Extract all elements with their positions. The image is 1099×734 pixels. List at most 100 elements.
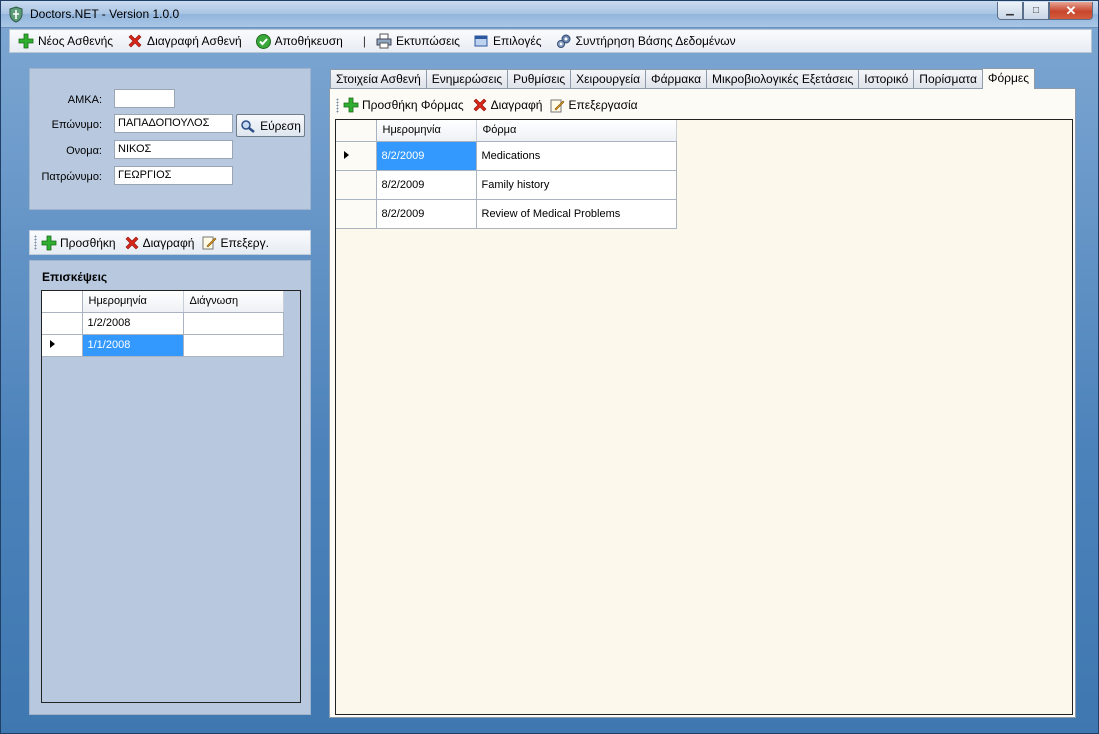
patient-search-panel: ΑΜΚΑ: Επώνυμο: ΠΑΠΑΔΟΠΟΥΛΟΣ Ονομα: ΝΙΚΟΣ… [29,68,311,210]
toolbar-grip[interactable] [336,97,339,113]
table-row[interactable]: 8/2/2009 Family history [336,170,677,200]
forms-grid[interactable]: Ημερομηνία Φόρμα 8/2/2009 Medications 8/… [335,119,1073,715]
maximize-button[interactable]: □ [1023,2,1049,20]
title-bar[interactable]: Doctors.NET - Version 1.0.0 ▁ □ ✕ [1,1,1098,28]
options-label: Επιλογές [492,34,542,48]
tab-medicines[interactable]: Φάρμακα [645,69,708,89]
save-label: Αποθήκευση [274,34,343,48]
column-header-diagnosis[interactable]: Διάγνωση [183,291,284,313]
minimize-button[interactable]: ▁ [997,2,1023,20]
options-button[interactable]: Επιλογές [474,34,542,48]
visits-header-row: Ημερομηνία Διάγνωση [42,291,284,313]
row-header-corner [336,120,377,142]
father-name-field[interactable]: ΓΕΩΡΓΙΟΣ [114,166,233,185]
plus-icon [343,97,359,113]
visit-diagnosis-cell[interactable] [183,334,284,357]
edit-form-button[interactable]: Επεξεργασία [550,98,638,113]
minimize-icon: ▁ [1006,5,1014,16]
row-header-corner [42,291,83,313]
form-name-cell[interactable]: Medications [476,141,677,171]
toolbar-separator: | [362,34,366,48]
plus-icon [41,235,57,250]
father-name-label: Πατρώνυμο: [41,171,102,183]
column-header-form[interactable]: Φόρμα [476,120,677,142]
surname-field[interactable]: ΠΑΠΑΔΟΠΟΥΛΟΣ [114,114,233,133]
delete-x-icon [128,34,142,48]
edit-pencil-icon [550,99,565,112]
table-row[interactable]: 1/1/2008 [42,334,284,357]
gears-icon [556,34,571,48]
delete-patient-button[interactable]: Διαγραφή Ασθενή [127,33,242,49]
visit-diagnosis-cell[interactable] [183,312,284,335]
db-maintenance-button[interactable]: Συντήρηση Βάσης Δεδομένων [556,33,736,49]
forms-tab-page: Προσθήκη Φόρμας Διαγραφή Επεξεργασία Ημε… [329,88,1076,718]
tab-forms[interactable]: Φόρμες [981,68,1036,89]
edit-visit-label: Επεξεργ. [220,235,269,250]
find-tool-icon [241,119,255,133]
visits-toolbar: Προσθήκη Διαγραφή Επεξεργ. [29,230,311,255]
delete-visit-label: Διαγραφή [142,235,195,250]
app-window: Doctors.NET - Version 1.0.0 ▁ □ ✕ Νέος Α… [0,0,1099,734]
close-icon: ✕ [1065,2,1077,18]
printer-icon [376,33,392,49]
prints-button[interactable]: Εκτυπώσεις [376,33,460,49]
tab-strip: Στοιχεία Ασθενή Ενημερώσεις Ρυθμίσεις Χε… [330,68,1036,89]
edit-pencil-icon [202,236,217,250]
tab-microbiology[interactable]: Μικροβιολογικές Εξετάσεις [706,69,860,89]
tab-patient-details[interactable]: Στοιχεία Ασθενή [330,69,427,89]
delete-x-icon [125,236,139,249]
form-name-cell[interactable]: Family history [476,170,677,200]
table-row[interactable]: 8/2/2009 Review of Medical Problems [336,199,677,229]
visits-panel: Επισκέψεις Ημερομηνία Διάγνωση 1/2/2008 … [29,260,311,715]
table-row[interactable]: 8/2/2009 Medications [336,141,677,171]
window-title: Doctors.NET - Version 1.0.0 [30,7,180,21]
tab-updates[interactable]: Ενημερώσεις [425,69,509,89]
row-header[interactable] [336,141,377,171]
current-row-arrow-icon [50,340,55,348]
form-date-cell[interactable]: 8/2/2009 [376,199,477,229]
visit-date-cell[interactable]: 1/2/2008 [82,312,184,335]
forms-toolbar: Προσθήκη Φόρμας Διαγραφή Επεξεργασία [336,94,646,116]
delete-visit-button[interactable]: Διαγραφή [124,235,195,251]
new-patient-label: Νέος Ασθενής [38,34,114,48]
visits-grid[interactable]: Ημερομηνία Διάγνωση 1/2/2008 1/1/2008 [41,290,301,703]
table-row[interactable]: 1/2/2008 [42,312,284,335]
save-button[interactable]: Αποθήκευση [255,33,343,49]
column-header-date[interactable]: Ημερομηνία [82,291,184,313]
form-date-cell[interactable]: 8/2/2009 [376,170,477,200]
visit-date-cell[interactable]: 1/1/2008 [82,334,184,357]
main-toolbar: Νέος Ασθενής Διαγραφή Ασθενή Αποθήκευση … [9,29,1092,53]
add-form-button[interactable]: Προσθήκη Φόρμας [343,97,464,113]
toolbar-grip[interactable] [34,235,37,250]
delete-form-button[interactable]: Διαγραφή [472,97,542,113]
add-visit-button[interactable]: Προσθήκη [41,235,116,251]
name-field[interactable]: ΝΙΚΟΣ [114,140,233,159]
tab-surgeries[interactable]: Χειρουργεία [570,69,647,89]
add-visit-label: Προσθήκη [60,235,116,250]
new-patient-button[interactable]: Νέος Ασθενής [18,33,113,49]
edit-form-label: Επεξεργασία [568,98,638,112]
row-header[interactable] [336,170,377,200]
maximize-icon: □ [1032,5,1040,16]
plus-icon [18,33,34,49]
check-icon [255,33,271,49]
edit-visit-button[interactable]: Επεξεργ. [202,235,269,250]
tab-findings[interactable]: Πορίσματα [913,69,983,89]
delete-x-icon [473,98,487,112]
surname-label: Επώνυμο: [51,119,102,131]
amka-field[interactable] [114,89,175,108]
row-header[interactable] [336,199,377,229]
find-button[interactable]: Εύρεση [236,114,305,137]
visits-title: Επισκέψεις [42,270,108,284]
forms-table: Ημερομηνία Φόρμα 8/2/2009 Medications 8/… [336,120,677,229]
tab-history[interactable]: Ιστορικό [858,69,915,89]
tab-settings[interactable]: Ρυθμίσεις [507,69,572,89]
close-button[interactable]: ✕ [1049,2,1093,20]
current-row-arrow-icon [344,150,349,159]
row-header[interactable] [42,312,83,335]
form-name-cell[interactable]: Review of Medical Problems [476,199,677,229]
shield-icon [8,6,24,23]
column-header-date[interactable]: Ημερομηνία [376,120,477,142]
form-date-cell[interactable]: 8/2/2009 [376,141,477,171]
row-header[interactable] [42,334,83,357]
